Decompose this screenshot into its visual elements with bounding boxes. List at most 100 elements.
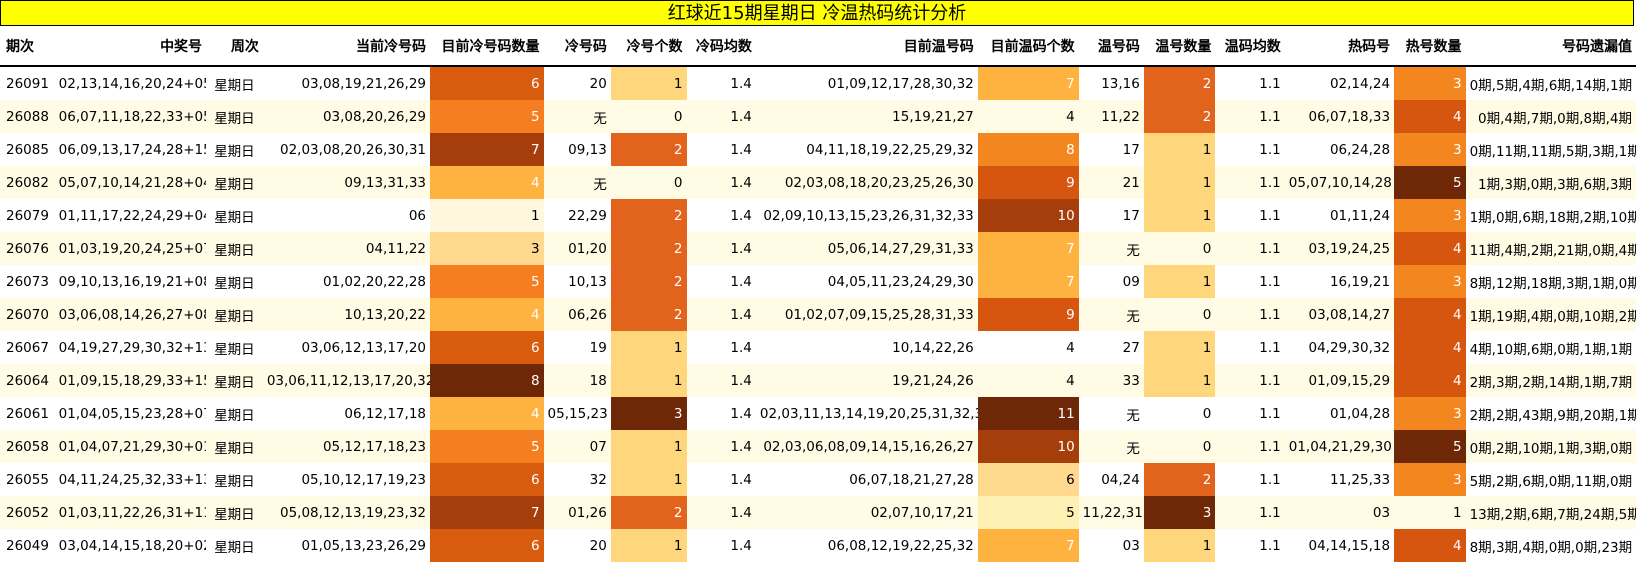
table-cell: 2 [1143,100,1216,133]
table-cell: 01,09,12,17,28,30,32 [755,66,978,100]
column-header[interactable]: 温号码 [1078,27,1144,67]
table-cell: 无 [1078,397,1144,430]
table-cell: 8期,12期,18期,3期,1期,0期 [1465,265,1636,298]
table-cell: 0期,2期,10期,1期,3期,0期 [1465,430,1636,463]
table-cell: 3 [1394,133,1466,166]
table-row[interactable]: 26055 04,11,24,25,32,33+13 星期日 05,10,12,17,… [0,463,1636,496]
table-row[interactable]: 26076 01,03,19,20,24,25+07 星期日 04,11,22 3 01,… [0,232,1636,265]
table-cell: 01,04,05,15,23,28+07 [54,397,207,430]
table-row[interactable]: 26070 03,06,08,14,26,27+08 星期日 10,13,20,22 4… [0,298,1636,331]
table-cell: 2 [610,298,687,331]
table-row[interactable]: 26058 01,04,07,21,29,30+01 星期日 05,12,17,18,… [0,430,1636,463]
table-cell: 1.1 [1215,331,1285,364]
table-cell: 02,03,08,20,26,30,31 [262,133,430,166]
column-header[interactable]: 期次 [0,27,55,67]
table-cell: 26064 [0,364,55,397]
table-cell: 26079 [0,199,55,232]
table-row[interactable]: 26079 01,11,17,22,24,29+04 星期日 06 1 22,29 2 1.4… [0,199,1636,232]
column-header[interactable]: 当前冷号码 [262,27,430,67]
table-cell: 0 [610,166,687,199]
table-cell: 2 [610,232,687,265]
table-cell: 2 [610,496,687,529]
table-cell: 01,11,17,22,24,29+04 [54,199,207,232]
table-cell: 03,06,12,13,17,20 [262,331,430,364]
table-cell: 07 [543,430,611,463]
table-row[interactable]: 26049 03,04,14,15,18,20+02 星期日 01,05,13,23,… [0,529,1636,562]
table-cell: 星期日 [206,232,263,265]
table-cell: 5 [430,430,544,463]
table-cell: 5 [430,265,544,298]
table-row[interactable]: 26061 01,04,05,15,23,28+07 星期日 06,12,17,18 4… [0,397,1636,430]
table-cell: 4 [977,331,1079,364]
table-cell: 20 [543,66,611,100]
table-cell: 04,29,30,32 [1284,331,1395,364]
column-header[interactable]: 周次 [206,27,263,67]
column-header[interactable]: 热号数量 [1394,27,1466,67]
table-cell: 05,15,23 [543,397,611,430]
table-cell: 06,12,17,18 [262,397,430,430]
column-header[interactable]: 温码均数 [1215,27,1285,67]
column-header[interactable]: 中奖号 [54,27,207,67]
table-cell: 6 [977,463,1079,496]
table-cell: 01,03,11,22,26,31+11 [54,496,207,529]
column-header[interactable]: 冷码均数 [686,27,756,67]
table-cell: 1.1 [1215,199,1285,232]
table-cell: 1 [430,199,544,232]
table-row[interactable]: 26067 04,19,27,29,30,32+13 星期日 03,06,12,13,… [0,331,1636,364]
table-cell: 0 [1143,298,1216,331]
column-header[interactable]: 目前冷号码数量 [430,27,544,67]
table-cell: 星期日 [206,265,263,298]
table-cell: 1 [1143,331,1216,364]
table-row[interactable]: 26073 09,10,13,16,19,21+08 星期日 01,02,20,22,… [0,265,1636,298]
column-header[interactable]: 冷号个数 [610,27,687,67]
table-cell: 15,19,21,27 [755,100,978,133]
table-cell: 01,03,19,20,24,25+07 [54,232,207,265]
table-row[interactable]: 26064 01,09,15,18,29,33+15 星期日 03,06,11,12,… [0,364,1636,397]
table-cell: 11期,4期,2期,21期,0期,4期 [1465,232,1636,265]
column-header[interactable]: 温号数量 [1143,27,1216,67]
table-cell: 2 [610,199,687,232]
table-row[interactable]: 26052 01,03,11,22,26,31+11 星期日 05,08,12,13,… [0,496,1636,529]
table-cell: 32 [543,463,611,496]
table-cell: 4 [430,397,544,430]
table-row[interactable]: 26085 06,09,13,17,24,28+15 星期日 02,03,08,20,… [0,133,1636,166]
table-cell: 04,11,22 [262,232,430,265]
column-header[interactable]: 目前温号码 [755,27,978,67]
header-row: 期次 中奖号 周次 当前冷号码 目前冷号码数量 冷号码 冷号个数 冷码均数 目前温号码 目前温码个… [0,27,1636,67]
table-cell: 03,06,11,12,13,17,20,32 [262,364,430,397]
table-cell: 26091 [0,66,55,100]
table-cell: 1 [1143,364,1216,397]
table-cell: 2 [1143,66,1216,100]
table-cell: 04,24 [1078,463,1144,496]
column-header[interactable]: 冷号码 [543,27,611,67]
table-cell: 13,16 [1078,66,1144,100]
table-cell: 1 [1143,166,1216,199]
table-cell: 9 [977,298,1079,331]
table-cell: 2 [610,265,687,298]
table-cell: 05,12,17,18,23 [262,430,430,463]
table-cell: 4 [1394,232,1466,265]
table-cell: 1.4 [686,331,756,364]
table-cell: 星期日 [206,331,263,364]
table-row[interactable]: 26082 05,07,10,14,21,28+04 星期日 09,13,31,33 4… [0,166,1636,199]
table-cell: 3 [1143,496,1216,529]
table-cell: 2期,2期,43期,9期,20期,1期 [1465,397,1636,430]
table-cell: 6 [430,331,544,364]
table-cell: 1 [610,529,687,562]
table-cell: 0期,5期,4期,6期,14期,1期 [1465,66,1636,100]
table-cell: 19,21,24,26 [755,364,978,397]
column-header[interactable]: 热码号 [1284,27,1395,67]
table-body: 26091 02,13,14,16,20,24+05 星期日 03,08,19,21,… [0,66,1636,562]
table-row[interactable]: 26088 06,07,11,18,22,33+05 星期日 03,08,20,26,… [0,100,1636,133]
table-cell: 星期日 [206,133,263,166]
column-header[interactable]: 目前温码个数 [977,27,1079,67]
table-cell: 05,07,10,14,28 [1284,166,1395,199]
table-cell: 3 [1394,199,1466,232]
table-cell: 01,11,24 [1284,199,1395,232]
column-header[interactable]: 号码遗漏值 [1465,27,1636,67]
table-cell: 10 [977,199,1079,232]
table-cell: 04,05,11,23,24,29,30 [755,265,978,298]
table-cell: 3 [1394,66,1466,100]
table-row[interactable]: 26091 02,13,14,16,20,24+05 星期日 03,08,19,21,… [0,66,1636,100]
table-cell: 5 [430,100,544,133]
